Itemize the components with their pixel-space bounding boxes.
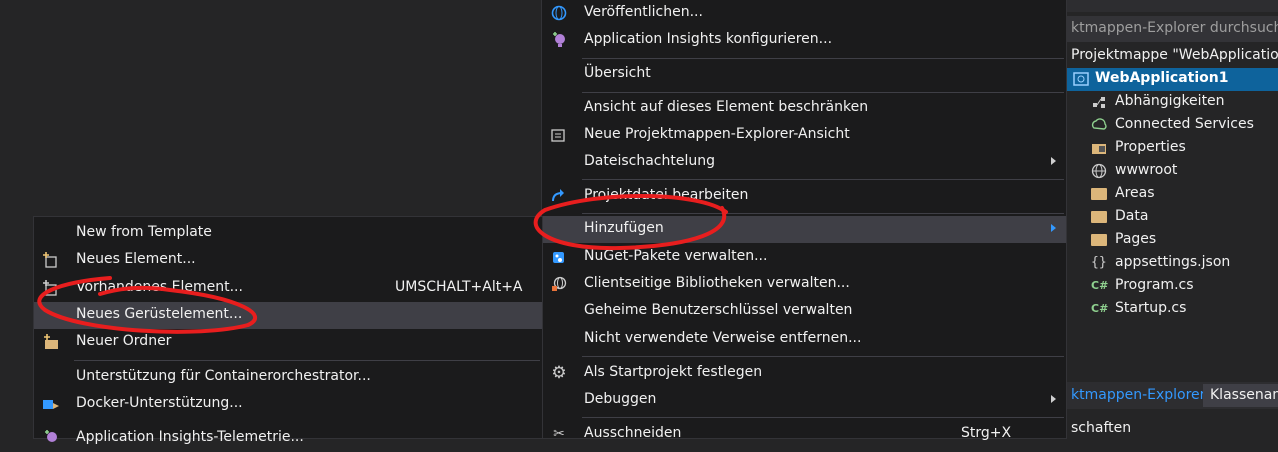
annotation-circle-hinzufuegen <box>533 194 728 251</box>
annotation-overlay <box>37 194 728 334</box>
annotation-circle-geruestelement <box>37 276 257 334</box>
